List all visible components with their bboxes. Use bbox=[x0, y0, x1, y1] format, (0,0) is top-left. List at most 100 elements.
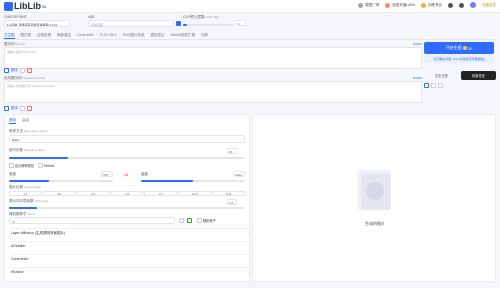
steps-value[interactable]: 20 bbox=[227, 148, 237, 154]
coin-icon bbox=[462, 46, 467, 50]
neg-prompt-count: 0/2000 bbox=[412, 76, 422, 80]
vae-label: VAE bbox=[88, 15, 95, 19]
avatar[interactable] bbox=[470, 2, 476, 8]
ratio-option[interactable]: 3:2 bbox=[42, 191, 76, 196]
tab-basic[interactable]: 基础 bbox=[9, 118, 16, 124]
ratio-option[interactable]: 3:4 bbox=[144, 191, 178, 196]
translate-label[interactable]: 翻译 bbox=[11, 68, 18, 73]
batch-tab[interactable]: 批量任务 bbox=[461, 71, 496, 80]
neg-prompt-textarea[interactable]: 请输入负向提示词 Negative Prompt bbox=[4, 81, 422, 103]
steps-slider[interactable] bbox=[9, 157, 245, 159]
ratio-label: 图片比例 Aspect Ratio bbox=[9, 185, 41, 189]
prompt-textarea[interactable]: 请输入提示词 Prompt bbox=[4, 47, 422, 69]
neg-delete-icon[interactable] bbox=[27, 106, 32, 111]
logo-icon bbox=[4, 1, 13, 11]
generate-button[interactable]: 开始生图 20 bbox=[424, 42, 494, 54]
accordion-reactor[interactable]: ReActor ⌄ bbox=[11, 267, 251, 276]
tab-txt2img[interactable]: 文生图 bbox=[4, 32, 15, 39]
prompt-section: 提示词 Prompt 0/2000 请输入提示词 Prompt bbox=[4, 42, 422, 69]
upgrade-button[interactable]: 充值会员 bbox=[482, 3, 496, 8]
swap-icon[interactable]: ⇄ bbox=[124, 173, 128, 179]
ratio-option[interactable]: 16:9 bbox=[178, 191, 212, 196]
clip-slider-fill bbox=[183, 24, 187, 26]
image-preview-area: 生成的图片 bbox=[252, 114, 496, 282]
cfg-label: 提示词引导系数 CFG scale bbox=[9, 199, 49, 203]
top-bar: LibLib AI 模型广场 免费充值LoRA 训练专区 充值会员 bbox=[0, 0, 500, 13]
list-view-icon[interactable] bbox=[431, 83, 436, 88]
random-seed-checkbox[interactable] bbox=[197, 218, 202, 223]
tab-flux[interactable]: FLUX DEV bbox=[100, 32, 117, 39]
ratio-option[interactable]: 4:3 bbox=[110, 191, 144, 196]
width-slider[interactable] bbox=[9, 180, 113, 182]
height-slider[interactable] bbox=[141, 180, 245, 182]
accordion-layer-diffusion[interactable]: Layer-diffusion (生成透明背景图片) ⌄ bbox=[11, 228, 251, 237]
height-value[interactable]: 1024 bbox=[233, 171, 245, 177]
sampler-label: 采样方法 Sampling method bbox=[9, 129, 48, 133]
tab-inpaint[interactable]: 局部重绘 bbox=[57, 32, 71, 39]
ratio-option[interactable]: 9:16 bbox=[212, 191, 246, 196]
recycle-icon[interactable] bbox=[187, 218, 192, 223]
nav-training[interactable]: 训练专区 bbox=[421, 2, 442, 8]
seed-input[interactable]: -1 bbox=[9, 217, 175, 224]
cfg-value[interactable]: 3.5 bbox=[227, 199, 237, 205]
message-icon[interactable] bbox=[459, 2, 464, 8]
accordion-adetailer[interactable]: ADetailer ⌄ bbox=[11, 241, 251, 250]
height-label: 高度 bbox=[141, 172, 148, 176]
clip-slider[interactable] bbox=[183, 24, 233, 26]
tab-postprocess[interactable]: 后期处理 bbox=[37, 32, 51, 39]
vae-select[interactable]: 自动匹配 bbox=[88, 20, 174, 27]
tab-png-info[interactable]: PNG图片信息 bbox=[123, 32, 145, 39]
accordion-controlnet[interactable]: ControlNet ⌄ bbox=[11, 254, 251, 263]
width-slider-fill bbox=[9, 180, 49, 182]
train-icon bbox=[421, 2, 426, 8]
sampler-select[interactable]: Euler bbox=[9, 135, 245, 143]
chevron-down-icon: ⌄ bbox=[248, 244, 251, 248]
settings-panel: 基础 高级 采样方法 Sampling method Euler 迭代步数 Sa… bbox=[4, 114, 251, 282]
neg-copy-icon[interactable] bbox=[20, 106, 25, 111]
tab-train[interactable]: 训练 bbox=[201, 32, 208, 39]
generate-panel: 开始生图 20 今日剩余次数: 100 (享受会员专属加速) 历史记录 批量任务 bbox=[424, 42, 496, 88]
hires-checkbox[interactable] bbox=[9, 163, 14, 168]
refiner-checkbox[interactable] bbox=[38, 163, 44, 168]
tab-controlnet[interactable]: ControlNet bbox=[77, 32, 94, 39]
neg-translate-label[interactable]: 翻译 bbox=[11, 106, 18, 111]
width-value[interactable]: 768 bbox=[101, 171, 113, 177]
chevron-down-icon: ⌄ bbox=[248, 231, 251, 235]
width-label: 宽度 bbox=[9, 172, 16, 176]
refresh-icon[interactable] bbox=[176, 21, 181, 26]
tab-plugins[interactable]: WebUI插件扩展 bbox=[170, 32, 195, 39]
random-seed-toggle[interactable]: 随机种子 bbox=[197, 218, 216, 223]
app-logo[interactable]: LibLib AI bbox=[4, 1, 46, 11]
tab-img2img[interactable]: 图生图 bbox=[21, 32, 32, 39]
dice-icon[interactable] bbox=[179, 218, 184, 223]
grid-view-icon[interactable] bbox=[424, 83, 429, 88]
grid-icon bbox=[358, 2, 364, 8]
neg-prompt-tools: 翻译 bbox=[4, 106, 32, 111]
tab-model-merge[interactable]: 模型混合 bbox=[150, 32, 164, 39]
hires-toggle[interactable]: 高分辨率修复 bbox=[9, 163, 34, 168]
model-row: CHECKPOINT F.1基础_墨秀墨写风格丹青模型 F.1-Fl... VA… bbox=[4, 15, 248, 31]
prompt-count: 0/2000 bbox=[412, 42, 422, 46]
chevron-down-icon: ⌄ bbox=[248, 257, 251, 261]
cfg-slider[interactable] bbox=[9, 207, 245, 209]
notification-icon[interactable] bbox=[448, 2, 453, 8]
neg-translate-icon[interactable] bbox=[4, 106, 9, 111]
copy-icon[interactable] bbox=[20, 68, 25, 73]
clip-label: CLIP终止层数 CLIP Skip bbox=[183, 15, 220, 19]
select-all-icon[interactable] bbox=[438, 83, 443, 88]
prompt-tools: 翻译 bbox=[4, 68, 32, 73]
translate-icon[interactable] bbox=[4, 68, 9, 73]
history-tab[interactable]: 历史记录 bbox=[424, 71, 459, 80]
generate-quota: 今日剩余次数: 100 (享受会员专属加速) bbox=[424, 55, 494, 63]
delete-icon[interactable] bbox=[27, 68, 32, 73]
refiner-toggle[interactable]: Refiner bbox=[38, 163, 54, 168]
tab-advanced[interactable]: 高级 bbox=[22, 118, 29, 124]
checkpoint-select[interactable]: F.1基础_墨秀墨写风格丹青模型 F.1-Fl... bbox=[4, 20, 70, 27]
nav-model-square[interactable]: 模型广场 bbox=[358, 2, 379, 8]
ratio-option[interactable]: 1:1 bbox=[9, 191, 42, 196]
nav-free-lora[interactable]: 免费充值LoRA bbox=[385, 2, 415, 8]
negative-prompt-section: 负向提示词 Negative Prompt 0/2000 请输入负向提示词 Ne… bbox=[4, 76, 422, 103]
empty-image-illustration bbox=[351, 170, 397, 216]
clip-value[interactable]: 2 bbox=[236, 20, 246, 26]
ratio-option[interactable]: 2:3 bbox=[76, 191, 110, 196]
